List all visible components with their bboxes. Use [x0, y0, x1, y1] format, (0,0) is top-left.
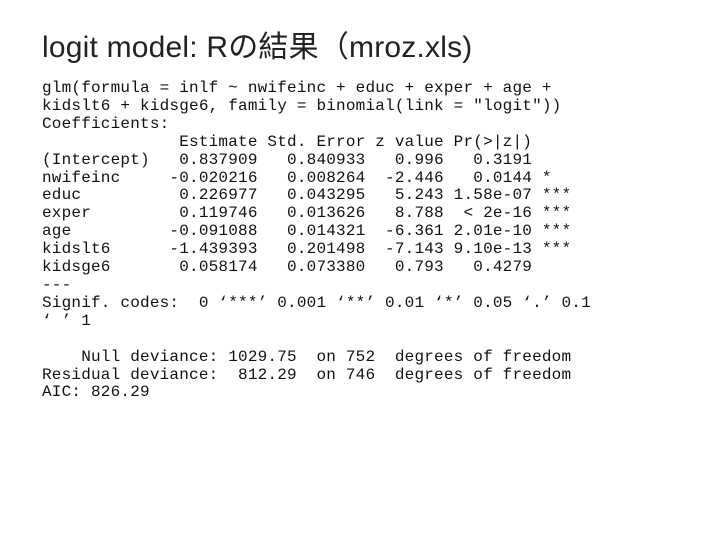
slide: logit model: Rの結果（mroz.xls) glm(formula … [0, 0, 720, 402]
r-output: glm(formula = inlf ~ nwifeinc + educ + e… [42, 80, 682, 402]
slide-title: logit model: Rの結果（mroz.xls) [42, 22, 682, 66]
